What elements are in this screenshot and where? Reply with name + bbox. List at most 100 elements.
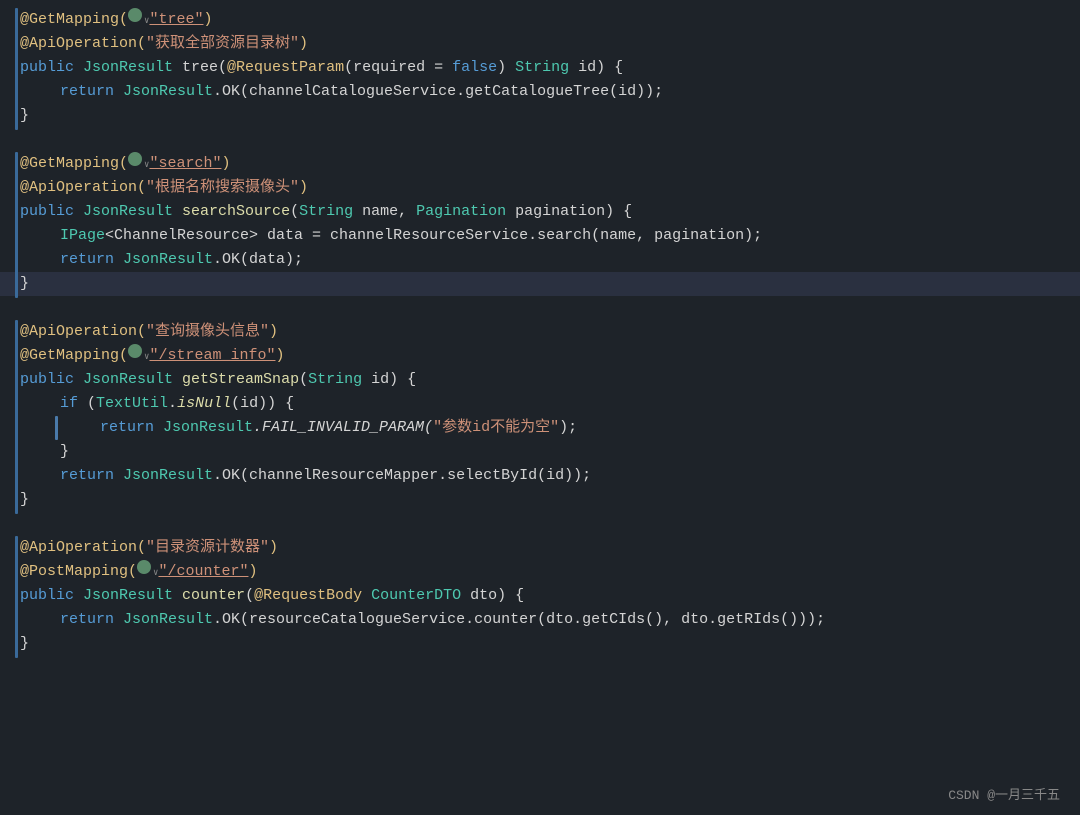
plain: (: [87, 392, 96, 416]
type: JsonResult: [83, 56, 173, 80]
icon: [128, 344, 142, 358]
plain: .OK(channelCatalogueService.getCatalogue…: [213, 80, 663, 104]
type: JsonResult: [163, 416, 253, 440]
plain: .OK(resourceCatalogueService.counter(dto…: [213, 608, 825, 632]
plain: .OK(data);: [213, 248, 303, 272]
type: IPage: [60, 224, 105, 248]
keyword: public: [20, 368, 83, 392]
type: TextUtil: [96, 392, 168, 416]
plain: id) {: [569, 56, 623, 80]
type: String: [299, 200, 353, 224]
annotation: @GetMapping(: [20, 152, 128, 176]
plain: dto) {: [461, 584, 524, 608]
plain: pagination) {: [506, 200, 632, 224]
plain: [173, 368, 182, 392]
code-line: }: [0, 632, 1080, 656]
icon: [137, 560, 151, 574]
annotation: ): [299, 176, 308, 200]
code-line: @ApiOperation("查询摄像头信息"): [0, 320, 1080, 344]
keyword: return: [100, 416, 163, 440]
plain: (: [299, 368, 308, 392]
link-string[interactable]: "/counter": [158, 560, 248, 584]
annotation: @ApiOperation(: [20, 320, 146, 344]
plain: .FAIL_INVALID_PARAM(: [253, 416, 433, 440]
keyword: return: [60, 608, 123, 632]
plain: }: [20, 488, 29, 512]
method: getStreamSnap: [182, 368, 299, 392]
code-line: @PostMapping(∨"/counter"): [0, 560, 1080, 584]
link-string[interactable]: "search": [149, 152, 221, 176]
code-line: return JsonResult.OK(resourceCatalogueSe…: [0, 608, 1080, 632]
annotation: @ApiOperation(: [20, 536, 146, 560]
plain: }: [20, 104, 29, 128]
annotation: ): [248, 560, 257, 584]
type: Pagination: [416, 200, 506, 224]
plain: ): [497, 56, 515, 80]
code-line: public JsonResult getStreamSnap(String i…: [0, 368, 1080, 392]
string: "参数id不能为空": [433, 416, 559, 440]
plain: tree(: [173, 56, 227, 80]
plain: }: [20, 272, 29, 296]
plain: (required =: [344, 56, 452, 80]
link-string[interactable]: "/stream_info": [149, 344, 275, 368]
code-container: @GetMapping(∨"tree") @ApiOperation("获取全部…: [0, 0, 1080, 815]
annotation: @GetMapping(: [20, 344, 128, 368]
type: String: [308, 368, 362, 392]
code-line: @ApiOperation("目录资源计数器"): [0, 536, 1080, 560]
plain: .OK(channelResourceMapper.selectById(id)…: [213, 464, 591, 488]
method: counter: [182, 584, 245, 608]
code-line: public JsonResult searchSource(String na…: [0, 200, 1080, 224]
plain: [173, 200, 182, 224]
plain: );: [559, 416, 577, 440]
plain: }: [60, 440, 69, 464]
plain: (id)) {: [231, 392, 294, 416]
keyword: public: [20, 200, 83, 224]
annotation: ): [269, 320, 278, 344]
code-line: }: [0, 104, 1080, 128]
type: JsonResult: [83, 200, 173, 224]
code-line: return JsonResult.OK(data);: [0, 248, 1080, 272]
annotation: ): [221, 152, 230, 176]
keyword: public: [20, 584, 83, 608]
param-annotation: @RequestParam: [227, 56, 344, 80]
string: "根据名称搜索摄像头": [146, 176, 299, 200]
plain: id) {: [362, 368, 416, 392]
plain: name,: [353, 200, 416, 224]
type: JsonResult: [123, 80, 213, 104]
keyword: return: [60, 248, 123, 272]
keyword: return: [60, 464, 123, 488]
code-line: }: [0, 488, 1080, 512]
annotation: ): [203, 8, 212, 32]
code-line: @GetMapping(∨"search"): [0, 152, 1080, 176]
keyword: return: [60, 80, 123, 104]
icon: [128, 152, 142, 166]
keyword: public: [20, 56, 83, 80]
annotation: @ApiOperation(: [20, 176, 146, 200]
code-line: @ApiOperation("根据名称搜索摄像头"): [0, 176, 1080, 200]
type: JsonResult: [83, 368, 173, 392]
annotation: ): [299, 32, 308, 56]
plain: .: [168, 392, 177, 416]
type: JsonResult: [123, 608, 213, 632]
plain: (: [245, 584, 254, 608]
plain: (: [290, 200, 299, 224]
code-line: return JsonResult.OK(channelResourceMapp…: [0, 464, 1080, 488]
code-line: @ApiOperation("获取全部资源目录树"): [0, 32, 1080, 56]
plain: [173, 584, 182, 608]
code-line-highlighted: }: [0, 272, 1080, 296]
plain: [362, 584, 371, 608]
string: "查询摄像头信息": [146, 320, 269, 344]
plain: }: [20, 632, 29, 656]
annotation: @GetMapping(: [20, 8, 128, 32]
plain: <ChannelResource> data = channelResource…: [105, 224, 762, 248]
string: "目录资源计数器": [146, 536, 269, 560]
annotation: ): [269, 536, 278, 560]
link-string[interactable]: "tree": [149, 8, 203, 32]
code-line: return JsonResult.OK(channelCatalogueSer…: [0, 80, 1080, 104]
code-line: public JsonResult tree(@RequestParam(req…: [0, 56, 1080, 80]
code-line: @GetMapping(∨"tree"): [0, 8, 1080, 32]
icon: [128, 8, 142, 22]
annotation: @PostMapping(: [20, 560, 137, 584]
type: JsonResult: [123, 464, 213, 488]
param-annotation: @RequestBody: [254, 584, 362, 608]
